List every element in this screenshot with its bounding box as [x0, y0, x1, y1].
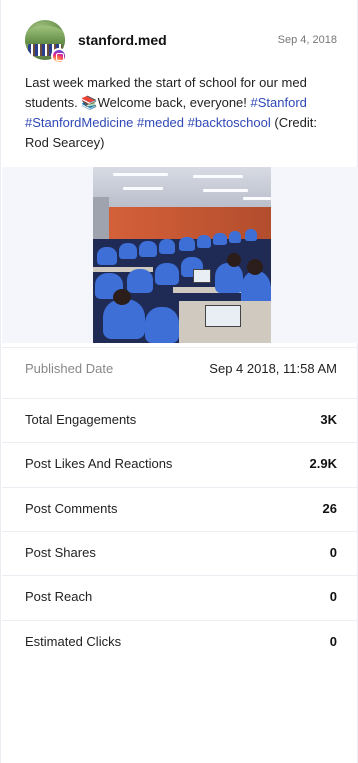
published-date-row: Published Date Sep 4 2018, 11:58 AM [2, 347, 358, 391]
stat-row-estimated-clicks: Estimated Clicks 0 [2, 620, 358, 664]
caption-text-welcome: Welcome back, everyone! [97, 95, 251, 110]
stat-label: Post Reach [25, 589, 93, 604]
stat-row-post-shares: Post Shares 0 [2, 531, 358, 575]
stat-label: Post Likes And Reactions [25, 456, 173, 471]
instagram-badge-icon [51, 48, 67, 64]
stat-row-total-engagements: Total Engagements 3K [2, 398, 358, 442]
books-emoji-icon: 📚 [81, 95, 98, 110]
stat-label: Estimated Clicks [25, 634, 122, 649]
stat-row-post-reach: Post Reach 0 [2, 575, 358, 619]
avatar[interactable] [25, 20, 67, 64]
published-date-label: Published Date [25, 361, 114, 376]
stat-value: 0 [329, 545, 337, 560]
hashtag-stanfordmedicine[interactable]: #StanfordMedicine [25, 115, 133, 130]
stat-value: 26 [322, 501, 337, 516]
username[interactable]: stanford.med [78, 32, 167, 48]
stat-label: Post Shares [25, 545, 96, 560]
stat-row-post-likes: Post Likes And Reactions 2.9K [2, 442, 358, 486]
post-header: stanford.med Sep 4, 2018 [25, 20, 337, 64]
stat-value: 2.9K [309, 456, 337, 471]
post-image[interactable] [93, 167, 271, 343]
stat-value: 3K [320, 412, 337, 427]
stat-row-post-comments: Post Comments 26 [2, 487, 358, 531]
hashtag-backtoschool[interactable]: #backtoschool [188, 115, 271, 130]
hashtag-meded[interactable]: #meded [137, 115, 184, 130]
stat-value: 0 [329, 634, 337, 649]
hashtag-stanford[interactable]: #Stanford [251, 95, 307, 110]
published-date-value: Sep 4 2018, 11:58 AM [209, 361, 337, 376]
post-date: Sep 4, 2018 [277, 34, 337, 46]
post-caption: Last week marked the start of school for… [25, 73, 337, 153]
stat-value: 0 [329, 589, 337, 604]
stat-label: Total Engagements [25, 412, 137, 427]
stat-label: Post Comments [25, 501, 118, 516]
post-card: stanford.med Sep 4, 2018 Last week marke… [0, 0, 358, 763]
post-media [2, 167, 358, 343]
